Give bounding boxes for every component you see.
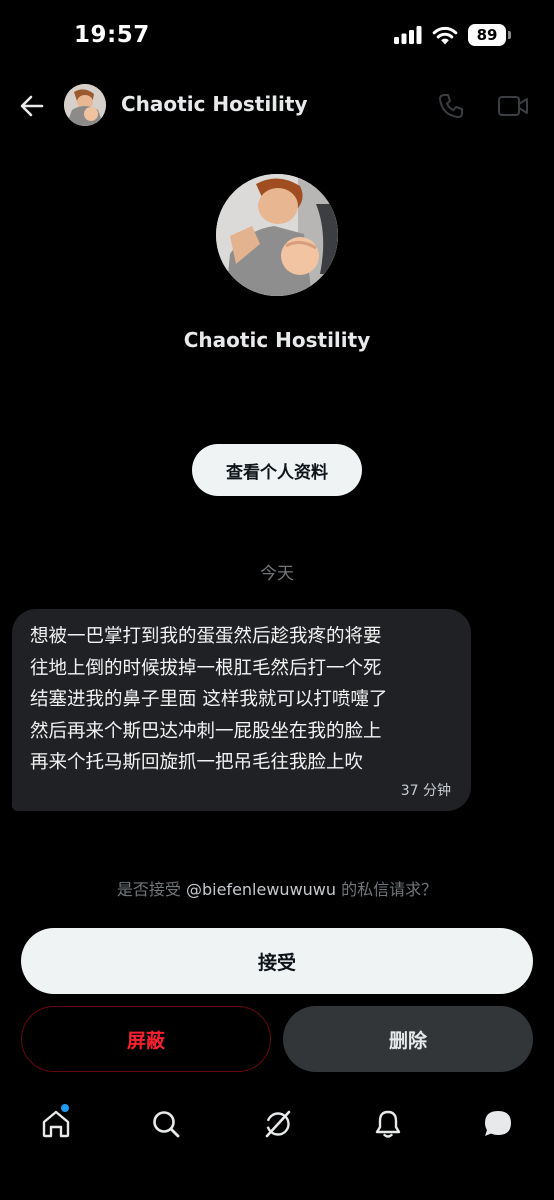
phone-icon[interactable] — [436, 91, 466, 121]
messages-icon[interactable] — [482, 1108, 514, 1140]
home-notification-badge — [61, 1104, 69, 1112]
avatar-image — [216, 174, 338, 296]
cellular-signal-icon — [394, 26, 422, 44]
message-bubble[interactable]: 想被一巴掌打到我的蛋蛋然后趁我疼的将要 往地上倒的时候拔掉一根肛毛然后打一个死 … — [12, 609, 471, 811]
profile-avatar[interactable] — [216, 174, 338, 296]
header-contact-name[interactable]: Chaotic Hostility — [121, 92, 308, 116]
profile-name: Chaotic Hostility — [183, 328, 371, 352]
wifi-icon — [432, 26, 458, 44]
status-indicators: 89 — [394, 24, 511, 46]
accept-button[interactable]: 接受 — [21, 928, 533, 994]
message-timestamp: 37 分钟 — [400, 783, 451, 799]
message-request-prompt: 是否接受 @biefenlewuwuwu 的私信请求？ — [0, 876, 554, 900]
prompt-prefix: 是否接受 — [116, 880, 186, 899]
block-button[interactable]: 屏蔽 — [21, 1006, 271, 1072]
battery-level: 89 — [476, 26, 498, 44]
message-text: 想被一巴掌打到我的蛋蛋然后趁我疼的将要 往地上倒的时候拔掉一根肛毛然后打一个死 … — [30, 626, 388, 773]
view-profile-button[interactable]: 查看个人资料 — [192, 444, 362, 496]
notifications-icon[interactable] — [372, 1108, 404, 1140]
avatar-image — [64, 84, 106, 126]
status-time: 19:57 — [74, 22, 150, 48]
request-handle[interactable]: @biefenlewuwuwu — [186, 880, 336, 899]
prompt-suffix: 的私信请求？ — [336, 880, 438, 899]
date-separator: 今天 — [260, 564, 294, 584]
back-arrow-icon[interactable] — [18, 92, 46, 120]
delete-button[interactable]: 删除 — [283, 1006, 533, 1072]
grok-icon[interactable] — [262, 1108, 294, 1140]
home-icon[interactable] — [40, 1108, 72, 1140]
header-avatar[interactable] — [64, 84, 106, 126]
battery-icon: 89 — [468, 24, 511, 46]
video-icon[interactable] — [497, 92, 529, 120]
search-icon[interactable] — [150, 1108, 182, 1140]
